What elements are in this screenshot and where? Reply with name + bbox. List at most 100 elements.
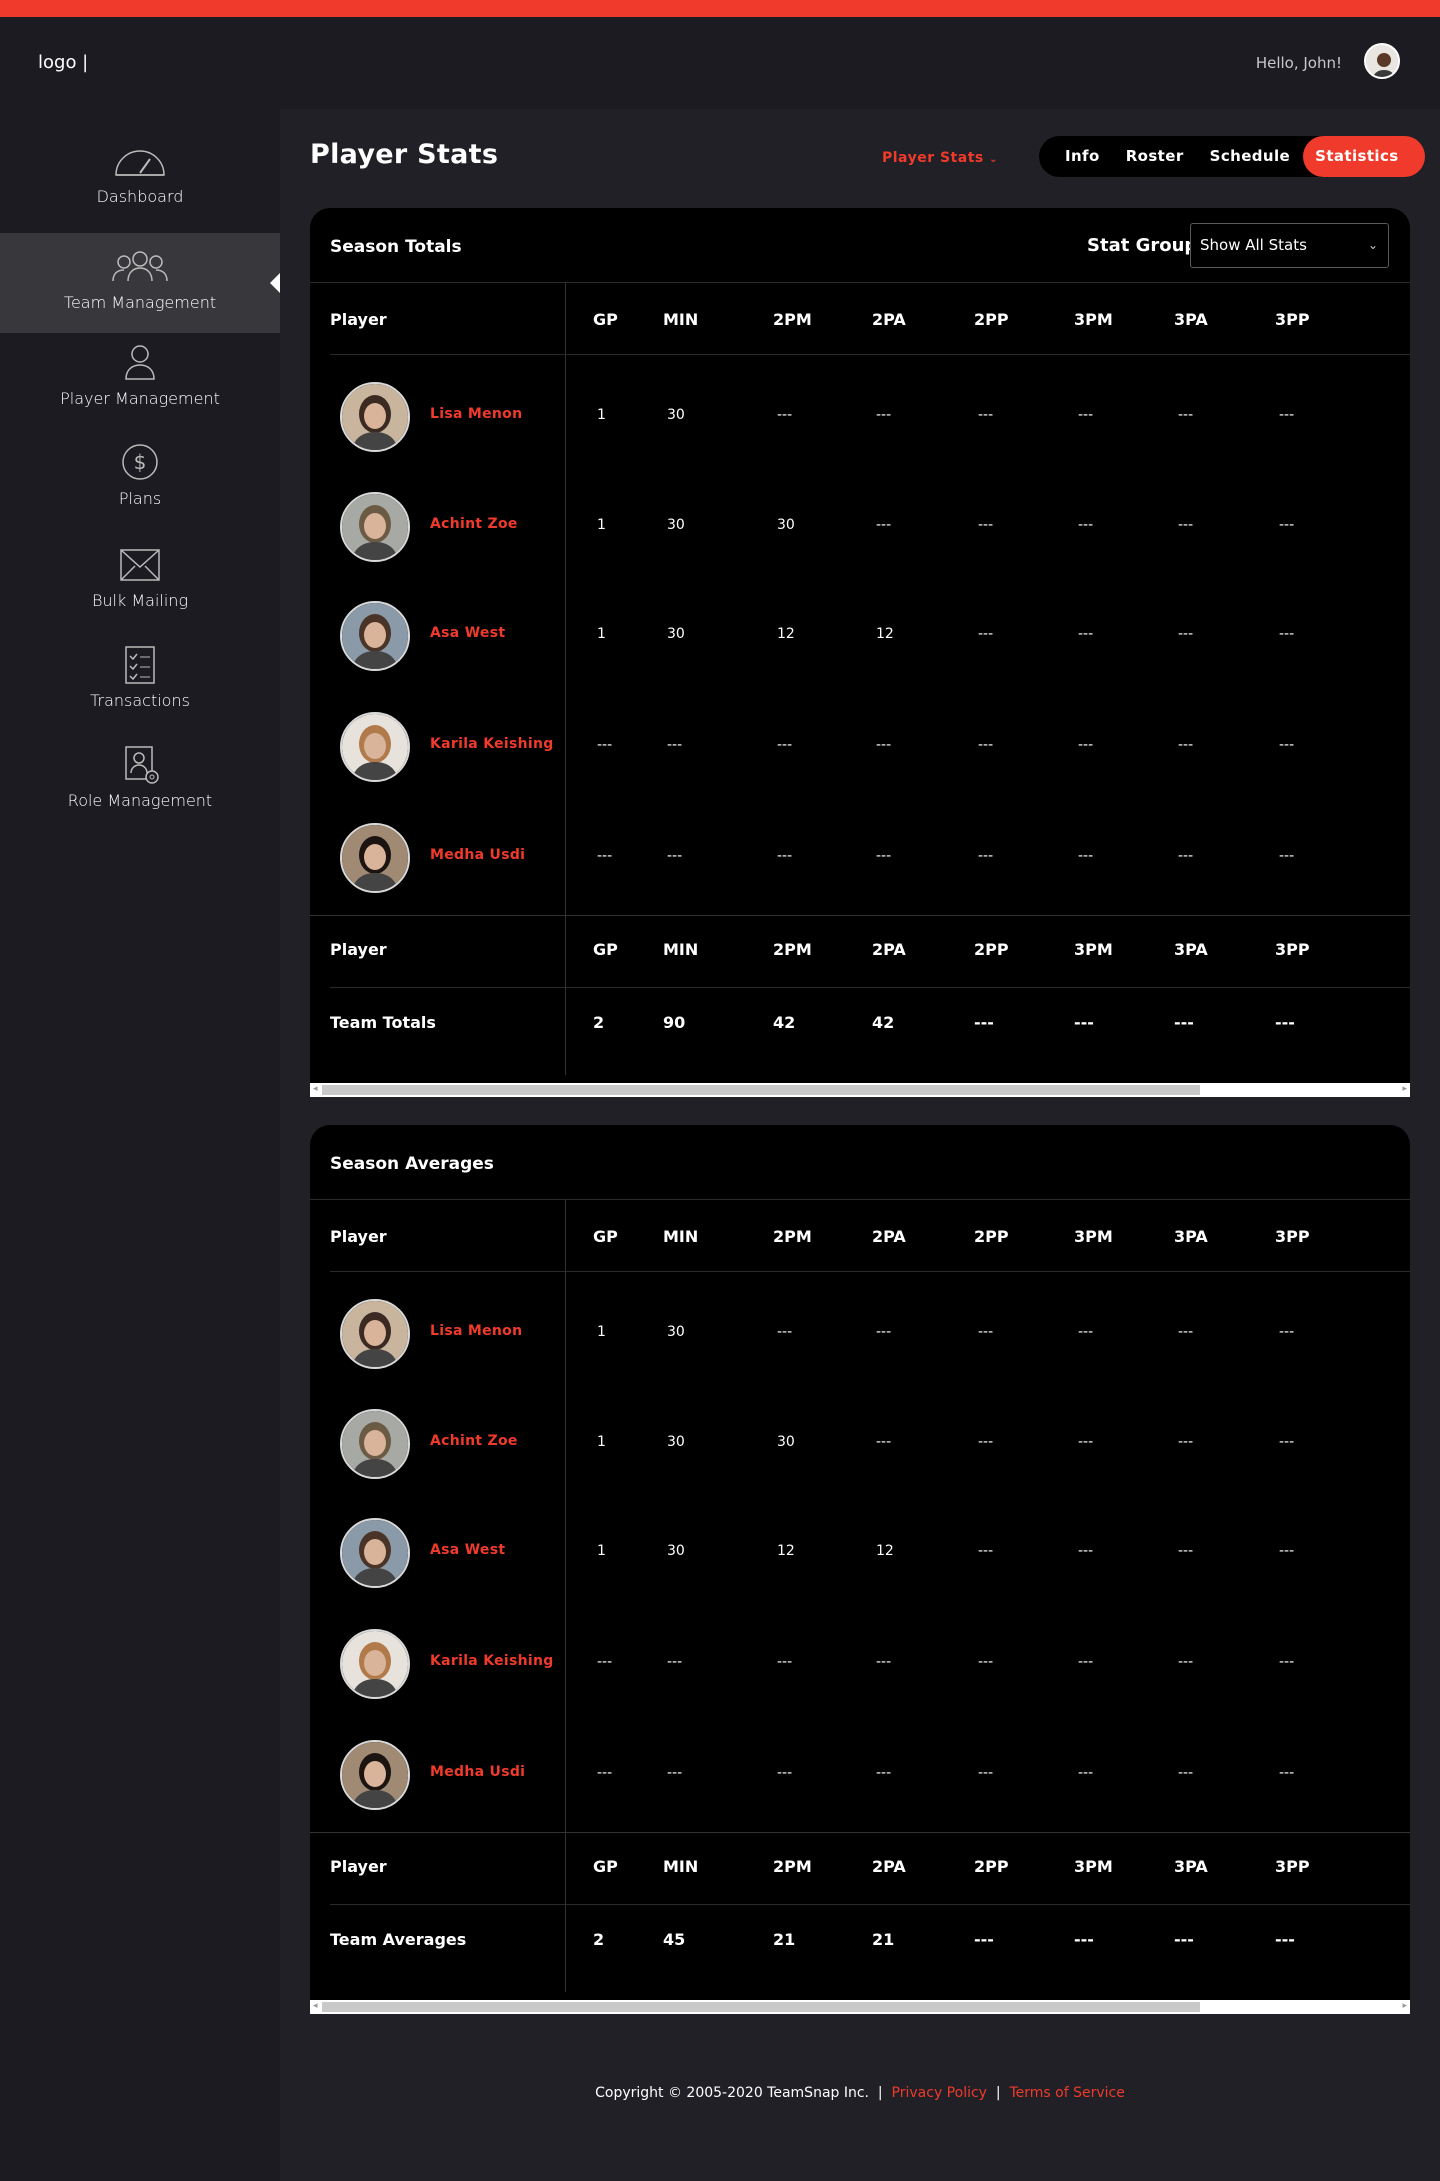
- tab-schedule[interactable]: Schedule: [1197, 136, 1303, 177]
- stat-cell: ---: [597, 737, 613, 753]
- footer-header-col: 2PM: [773, 1857, 812, 1876]
- copyright-text: Copyright © 2005-2020 TeamSnap Inc.: [595, 2085, 870, 2101]
- team-total-cell: ---: [1174, 1013, 1194, 1032]
- stat-cell: 1: [597, 1543, 606, 1559]
- player-name-link[interactable]: Achint Zoe: [430, 1433, 518, 1449]
- horizontal-scrollbar[interactable]: ◂ ▸: [310, 1083, 1410, 1097]
- stat-cell: ---: [876, 407, 892, 423]
- stat-cell: ---: [777, 1765, 793, 1781]
- stat-cell: ---: [876, 1324, 892, 1340]
- player-name-link[interactable]: Asa West: [430, 625, 505, 641]
- stat-cell: 30: [667, 517, 685, 533]
- team-total-cell: 42: [773, 1013, 796, 1032]
- dropdown-label: Player Stats: [882, 150, 984, 166]
- sidebar-item-bulk-mailing[interactable]: Bulk Mailing: [0, 543, 280, 633]
- player-name-link[interactable]: Achint Zoe: [430, 516, 518, 532]
- stat-cell: 1: [597, 517, 606, 533]
- stat-cell: ---: [1279, 1654, 1295, 1670]
- sidebar-item-player-management[interactable]: Player Management: [0, 341, 280, 431]
- stat-cell: ---: [1178, 626, 1194, 642]
- scroll-right-icon[interactable]: ▸: [1402, 2001, 1407, 2011]
- tab-statistics[interactable]: Statistics: [1303, 136, 1425, 177]
- stat-cell: ---: [1178, 1324, 1194, 1340]
- terms-of-service-link[interactable]: Terms of Service: [1010, 2085, 1125, 2101]
- scroll-left-icon[interactable]: ◂: [313, 1084, 318, 1094]
- player-stats-dropdown[interactable]: Player Stats ⌄: [882, 150, 998, 166]
- tab-roster[interactable]: Roster: [1113, 136, 1197, 177]
- card-title: Season Averages: [330, 1154, 494, 1174]
- player-avatar[interactable]: [340, 382, 410, 452]
- column-header-col: 3PA: [1174, 310, 1208, 329]
- player-name-link[interactable]: Lisa Menon: [430, 1323, 522, 1339]
- stat-cell: 30: [777, 517, 795, 533]
- stat-cell: ---: [1078, 1654, 1094, 1670]
- footer-header-col: GP: [593, 940, 618, 959]
- sidebar-item-dashboard[interactable]: Dashboard: [0, 139, 280, 229]
- sidebar-item-label: Plans: [118, 489, 162, 508]
- player-name-link[interactable]: Medha Usdi: [430, 1764, 525, 1780]
- scrollbar-thumb[interactable]: [322, 2002, 1200, 2012]
- envelope-icon: [120, 549, 160, 581]
- stat-cell: ---: [978, 737, 994, 753]
- player-avatar[interactable]: [340, 492, 410, 562]
- stat-group-select[interactable]: Show All Stats ⌄: [1190, 223, 1389, 268]
- stat-cell: ---: [667, 848, 683, 864]
- player-name-link[interactable]: Karila Keishing: [430, 1653, 554, 1669]
- stat-cell: ---: [876, 1654, 892, 1670]
- stat-cell: ---: [1078, 517, 1094, 533]
- player-name-link[interactable]: Lisa Menon: [430, 406, 522, 422]
- horizontal-scrollbar[interactable]: ◂ ▸: [310, 2000, 1410, 2014]
- column-header-player: Player: [330, 1227, 387, 1246]
- tab-info[interactable]: Info: [1039, 136, 1113, 177]
- stat-cell: ---: [1178, 1434, 1194, 1450]
- sidebar-item-role-management[interactable]: Role Management: [0, 743, 280, 833]
- team-total-label: Team Totals: [330, 1013, 436, 1032]
- player-avatar[interactable]: [340, 1629, 410, 1699]
- player-avatar[interactable]: [340, 1518, 410, 1588]
- greeting: Hello, John!: [1255, 54, 1342, 72]
- sidebar-item-plans[interactable]: $ Plans: [0, 441, 280, 531]
- divider: [330, 1271, 1410, 1272]
- privacy-policy-link[interactable]: Privacy Policy: [892, 2085, 987, 2101]
- sidebar-item-transactions[interactable]: Transactions: [0, 643, 280, 733]
- stat-cell: ---: [978, 848, 994, 864]
- stat-cell: 30: [667, 1543, 685, 1559]
- team-total-cell: ---: [974, 1930, 994, 1949]
- footer-header-col: 3PP: [1275, 1857, 1310, 1876]
- player-name-link[interactable]: Karila Keishing: [430, 736, 554, 752]
- player-avatar[interactable]: [340, 1740, 410, 1810]
- footer-separator: |: [877, 2085, 883, 2101]
- stat-cell: ---: [1078, 1765, 1094, 1781]
- card-title: Season Totals: [330, 237, 462, 257]
- player-avatar[interactable]: [340, 823, 410, 893]
- stat-cell: ---: [876, 517, 892, 533]
- column-header-col: 2PA: [872, 1227, 906, 1246]
- stat-cell: ---: [777, 848, 793, 864]
- scroll-left-icon[interactable]: ◂: [313, 2001, 318, 2011]
- player-avatar[interactable]: [340, 1409, 410, 1479]
- footer-header-col: GP: [593, 1857, 618, 1876]
- team-total-cell: 90: [663, 1013, 686, 1032]
- active-caret-icon: [270, 273, 280, 293]
- stat-cell: ---: [978, 1765, 994, 1781]
- team-icon: [112, 251, 168, 282]
- footer-header-player: Player: [330, 1857, 387, 1876]
- player-avatar[interactable]: [340, 601, 410, 671]
- player-name-link[interactable]: Asa West: [430, 1542, 505, 1558]
- stat-cell: ---: [777, 1654, 793, 1670]
- user-avatar[interactable]: [1364, 43, 1400, 79]
- scrollbar-thumb[interactable]: [322, 1085, 1200, 1095]
- stat-cell: ---: [876, 848, 892, 864]
- stat-cell: ---: [1279, 1543, 1295, 1559]
- stat-cell: ---: [876, 1765, 892, 1781]
- player-name-link[interactable]: Medha Usdi: [430, 847, 525, 863]
- team-total-cell: ---: [1275, 1013, 1295, 1032]
- logo[interactable]: logo |: [38, 52, 88, 73]
- divider: [310, 1832, 1410, 1833]
- scroll-right-icon[interactable]: ▸: [1402, 1084, 1407, 1094]
- player-avatar[interactable]: [340, 1299, 410, 1369]
- sidebar-item-team-management[interactable]: Team Management: [0, 233, 280, 333]
- player-avatar[interactable]: [340, 712, 410, 782]
- column-header-col: 3PM: [1074, 310, 1113, 329]
- team-total-cell: 45: [663, 1930, 686, 1949]
